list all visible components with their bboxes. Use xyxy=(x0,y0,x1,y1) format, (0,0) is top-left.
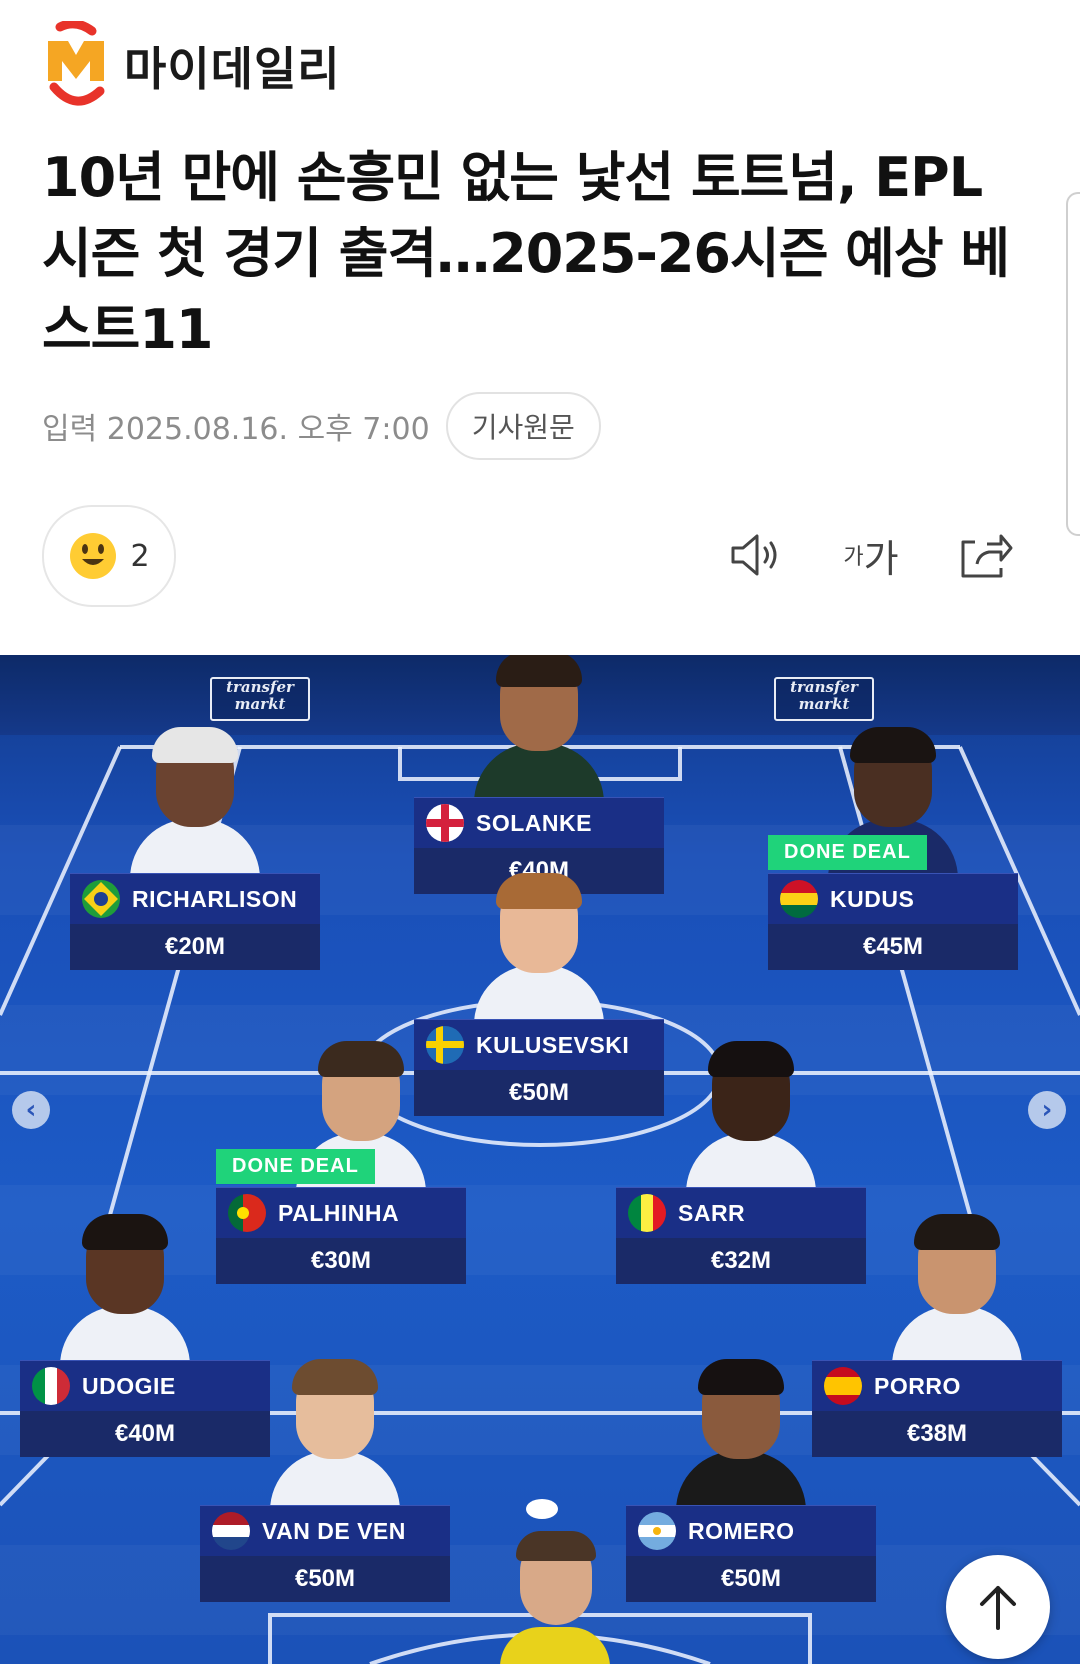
share-button[interactable] xyxy=(950,525,1020,585)
player-name: RICHARLISON xyxy=(132,885,298,912)
player-value: €50M xyxy=(414,1070,664,1116)
player-card-van-de-ven[interactable]: VAN DE VEN €50M xyxy=(200,1359,450,1602)
player-photo xyxy=(474,655,604,805)
share-icon xyxy=(961,534,1013,578)
goalkeeper-photo xyxy=(500,1531,610,1664)
player-photo xyxy=(676,1359,806,1513)
italy-flag-icon xyxy=(32,1367,70,1405)
player-photo xyxy=(892,1214,1022,1368)
england-flag-icon xyxy=(426,804,464,842)
player-card-palhinha[interactable]: DONE DEAL PALHINHA €30M xyxy=(216,1041,466,1284)
article-title: 10년 만에 손흥민 없는 낯선 토트넘, EPL 시즌 첫 경기 출격…202… xyxy=(42,146,1010,361)
player-name: ROMERO xyxy=(688,1517,795,1544)
gallery-next-arrow-icon[interactable]: › xyxy=(1028,1091,1066,1129)
publisher-header: 마이데일리 xyxy=(40,19,341,112)
done-deal-badge: DONE DEAL xyxy=(768,835,927,870)
player-value: €32M xyxy=(616,1238,866,1284)
player-name: VAN DE VEN xyxy=(262,1517,406,1544)
publisher-name[interactable]: 마이데일리 xyxy=(124,33,341,99)
font-size-small-label: 가 xyxy=(843,545,864,570)
player-value: €38M xyxy=(812,1411,1062,1457)
player-name: KUDUS xyxy=(830,885,915,912)
player-name: SARR xyxy=(678,1199,746,1226)
reaction-count: 2 xyxy=(130,538,150,574)
speaker-icon xyxy=(731,534,777,576)
argentina-flag-icon xyxy=(638,1512,676,1550)
smiling-face-emoji-icon xyxy=(70,533,117,579)
player-card-porro[interactable]: PORRO €38M xyxy=(812,1214,1062,1457)
best-eleven-image[interactable]: transfer markt transfer markt SOLANKE €4… xyxy=(0,655,1080,1664)
ghana-flag-icon xyxy=(780,880,818,918)
gallery-prev-arrow-icon[interactable]: ‹ xyxy=(12,1091,50,1129)
netherlands-flag-icon xyxy=(212,1512,250,1550)
player-card-sarr[interactable]: SARR €32M xyxy=(616,1041,866,1284)
player-value: €50M xyxy=(200,1556,450,1602)
player-card-udogie[interactable]: UDOGIE €40M xyxy=(20,1214,270,1457)
player-card-richarlison[interactable]: RICHARLISON €20M xyxy=(70,727,320,970)
player-card-kudus[interactable]: DONE DEAL KUDUS €45M xyxy=(768,727,1018,970)
player-card-romero[interactable]: ROMERO €50M xyxy=(626,1359,876,1602)
player-value: €40M xyxy=(20,1411,270,1457)
transfermarkt-watermark: transfer markt xyxy=(210,677,310,721)
player-photo xyxy=(130,727,260,881)
player-name: KULUSEVSKI xyxy=(476,1031,630,1058)
player-name: PALHINHA xyxy=(278,1199,400,1226)
arrow-up-icon xyxy=(980,1586,1016,1630)
mydaily-logo-icon[interactable] xyxy=(40,19,112,111)
side-panel-handle[interactable] xyxy=(1066,192,1080,536)
transfermarkt-watermark: transfer markt xyxy=(774,677,874,721)
article-meta: 입력 2025.08.16. 오후 7:00 기사원문 xyxy=(42,392,601,460)
player-photo xyxy=(474,873,604,1027)
publish-date: 입력 2025.08.16. 오후 7:00 xyxy=(42,412,430,447)
player-value: €45M xyxy=(768,924,1018,970)
font-size-large-label: 가 xyxy=(863,536,899,581)
player-value: €50M xyxy=(626,1556,876,1602)
sweden-flag-icon xyxy=(426,1026,464,1064)
done-deal-badge: DONE DEAL xyxy=(216,1149,375,1184)
senegal-flag-icon xyxy=(628,1194,666,1232)
original-article-button[interactable]: 기사원문 xyxy=(445,392,601,460)
portugal-flag-icon xyxy=(228,1194,266,1232)
text-to-speech-button[interactable] xyxy=(722,525,792,585)
player-photo xyxy=(686,1041,816,1195)
scroll-to-top-button[interactable] xyxy=(946,1555,1050,1659)
font-size-button[interactable]: 가 가 xyxy=(836,525,906,585)
player-value: €30M xyxy=(216,1238,466,1284)
player-photo xyxy=(60,1214,190,1368)
player-name: UDOGIE xyxy=(82,1372,176,1399)
player-value: €20M xyxy=(70,924,320,970)
player-name: SOLANKE xyxy=(476,809,592,836)
reaction-button[interactable]: 2 xyxy=(42,505,176,607)
brazil-flag-icon xyxy=(82,880,120,918)
spain-flag-icon xyxy=(824,1367,862,1405)
player-name: PORRO xyxy=(874,1372,961,1399)
player-photo xyxy=(270,1359,400,1513)
player-card-kulusevski[interactable]: KULUSEVSKI €50M xyxy=(414,873,664,1116)
